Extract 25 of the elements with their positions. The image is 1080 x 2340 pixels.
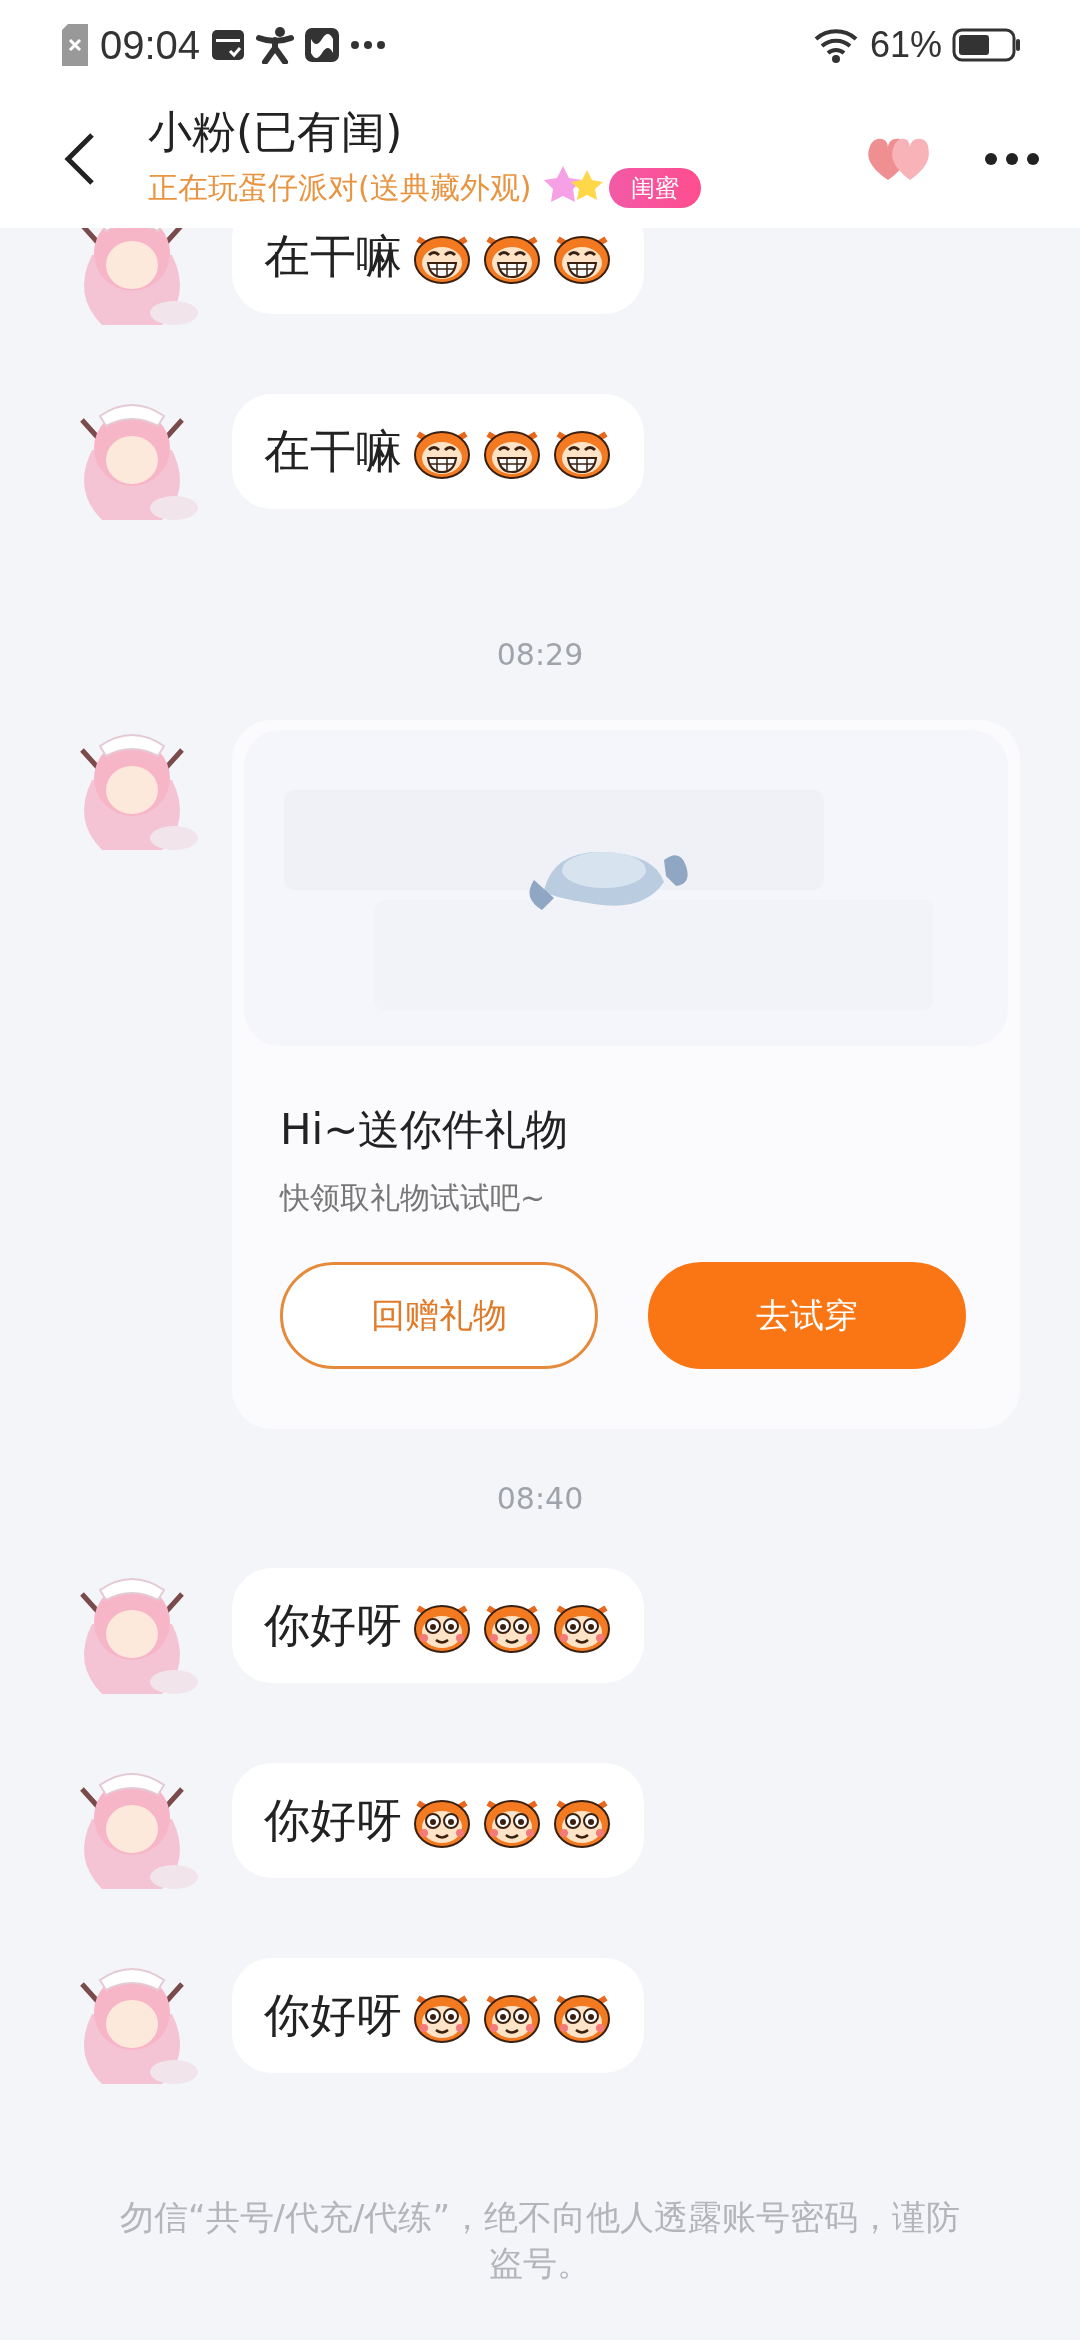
more-icon[interactable] <box>984 152 1040 166</box>
friend-badge: 闺蜜 <box>609 168 702 208</box>
message-text: 在干嘛 <box>264 228 402 285</box>
return-gift-button[interactable]: 回赠礼物 <box>280 1262 598 1369</box>
game-status: 正在玩蛋仔派对(送典藏外观) <box>148 169 532 207</box>
safety-notice: 勿信“共号/代充/代练”，绝不向他人透露账号密码，谨防盗号。 <box>118 2196 962 2285</box>
gift-subtitle: 快领取礼物试试吧~ <box>280 1179 547 1217</box>
card-icon <box>210 27 247 63</box>
status-time: 09:04 <box>100 22 201 68</box>
app-icon <box>304 27 341 63</box>
battery-percentage: 61% <box>869 24 942 66</box>
person-icon <box>256 26 295 64</box>
battery-icon <box>952 28 1022 62</box>
message-text: 你好呀 <box>264 1596 402 1654</box>
try-on-button[interactable]: 去试穿 <box>648 1262 966 1369</box>
message-text: 在干嘛 <box>264 422 402 480</box>
message-text: 你好呀 <box>264 1791 402 1849</box>
timestamp: 08:29 <box>496 636 584 674</box>
timestamp: 08:40 <box>496 1480 584 1518</box>
contact-name: 小粉(已有闺) <box>148 105 404 159</box>
wifi-icon <box>813 27 860 63</box>
sim-card-icon <box>60 22 90 68</box>
message-text: 你好呀 <box>264 1986 402 2044</box>
gift-title: Hi~送你件礼物 <box>280 1104 570 1156</box>
more-icon <box>350 40 387 50</box>
